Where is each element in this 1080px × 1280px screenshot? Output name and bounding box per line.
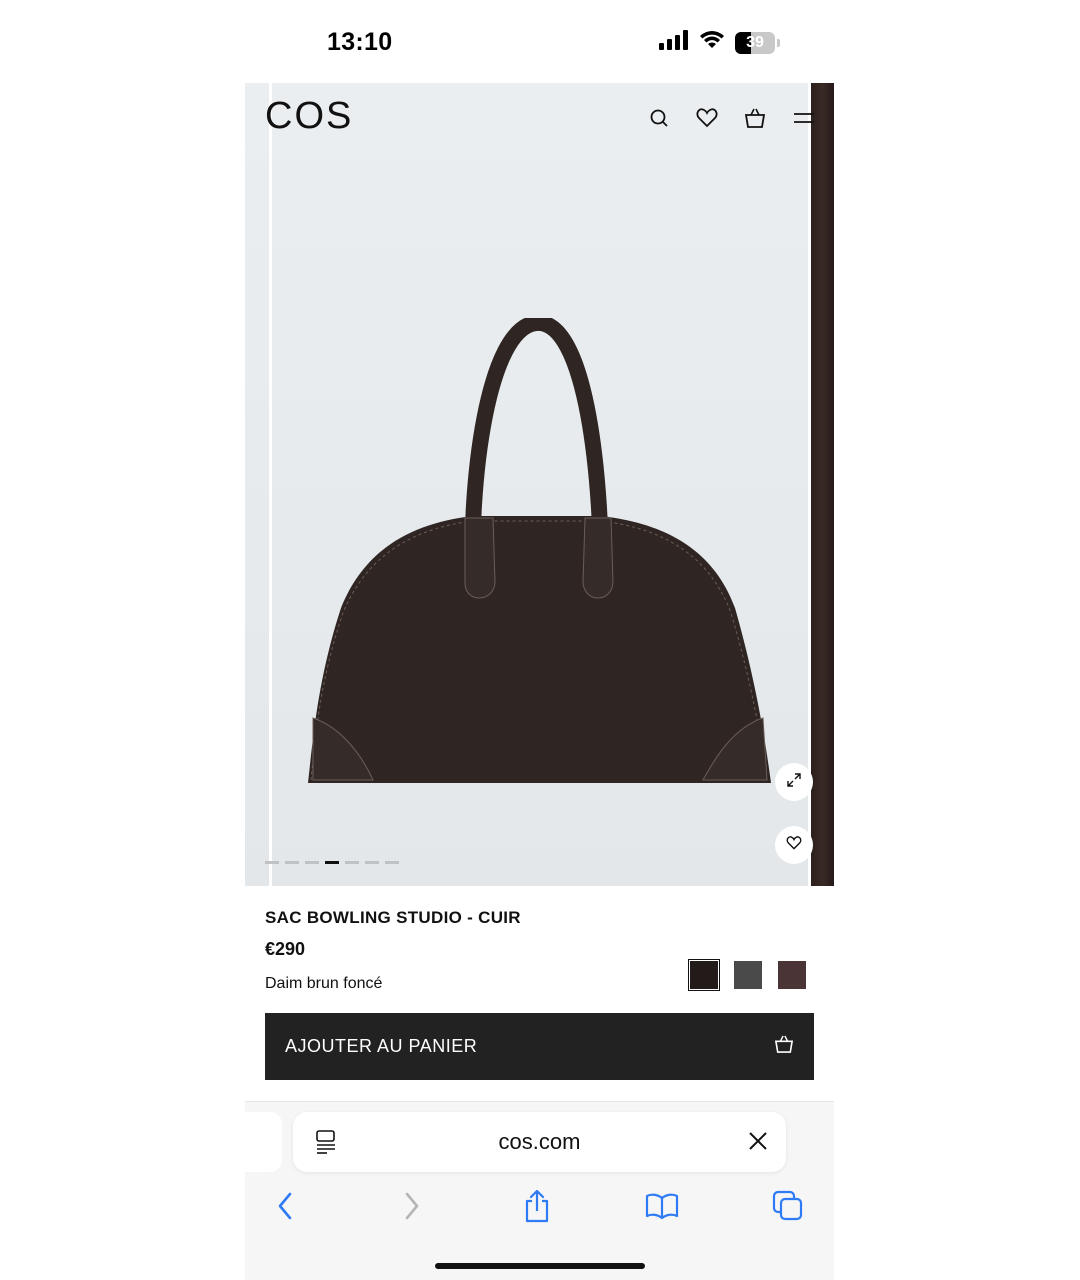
address-bar[interactable]: cos.com (293, 1112, 786, 1172)
add-to-cart-button[interactable]: AJOUTER AU PANIER (265, 1013, 814, 1080)
product-color-name: Daim brun foncé (265, 975, 383, 992)
browser-toolbar (245, 1182, 834, 1232)
status-bar: 13:10 39 (245, 0, 834, 83)
shopping-bag-icon[interactable] (744, 107, 766, 129)
product-image-gallery[interactable]: COS (245, 83, 834, 886)
heart-icon[interactable] (696, 107, 718, 129)
product-title: SAC BOWLING STUDIO - CUIR (265, 908, 521, 927)
product-image-bag (308, 318, 771, 783)
home-indicator[interactable] (435, 1263, 645, 1269)
slide-divider (269, 83, 272, 886)
web-page: COS SAC BOWLING STUDIO - CUIR €290 Daim … (245, 83, 834, 1280)
battery-tip (777, 38, 780, 47)
product-price: €290 (265, 939, 306, 959)
wifi-icon (699, 30, 725, 55)
browser-bottom-bar: cos.com (245, 1101, 834, 1280)
color-swatch[interactable] (734, 961, 762, 989)
gallery-dot[interactable] (285, 861, 299, 864)
site-header: COS (245, 83, 834, 153)
status-time: 13:10 (327, 28, 393, 56)
gallery-dot[interactable] (345, 861, 359, 864)
cos-logo[interactable]: COS (265, 95, 353, 138)
color-swatches (688, 959, 806, 991)
status-icons: 39 (659, 30, 780, 55)
gallery-pagination[interactable] (265, 861, 399, 864)
back-icon[interactable] (267, 1188, 303, 1224)
cellular-signal-icon (659, 30, 689, 55)
gallery-dot[interactable] (305, 861, 319, 864)
gallery-dot[interactable] (385, 861, 399, 864)
bookmarks-icon[interactable] (644, 1188, 680, 1224)
gallery-dot[interactable] (325, 861, 339, 864)
add-to-cart-label: AJOUTER AU PANIER (285, 1036, 478, 1056)
previous-tab-preview[interactable] (245, 1112, 282, 1172)
shopping-bag-icon (774, 1035, 794, 1058)
share-icon[interactable] (519, 1188, 555, 1224)
add-to-wishlist-button[interactable] (775, 826, 813, 864)
expand-image-button[interactable] (775, 763, 813, 801)
color-swatch[interactable] (778, 961, 806, 989)
tabs-icon[interactable] (770, 1188, 806, 1224)
heart-icon (786, 835, 802, 855)
color-swatch[interactable] (688, 959, 720, 991)
battery-icon: 39 (735, 31, 775, 54)
forward-icon[interactable] (394, 1188, 430, 1224)
search-icon[interactable] (648, 107, 670, 129)
gallery-dot[interactable] (365, 861, 379, 864)
battery-level: 39 (746, 33, 764, 51)
gallery-dot[interactable] (265, 861, 279, 864)
next-slide-preview[interactable] (808, 83, 834, 886)
url-text: cos.com (498, 1129, 581, 1154)
expand-icon (786, 772, 802, 793)
close-icon[interactable] (748, 1131, 768, 1156)
menu-icon[interactable] (792, 107, 814, 129)
